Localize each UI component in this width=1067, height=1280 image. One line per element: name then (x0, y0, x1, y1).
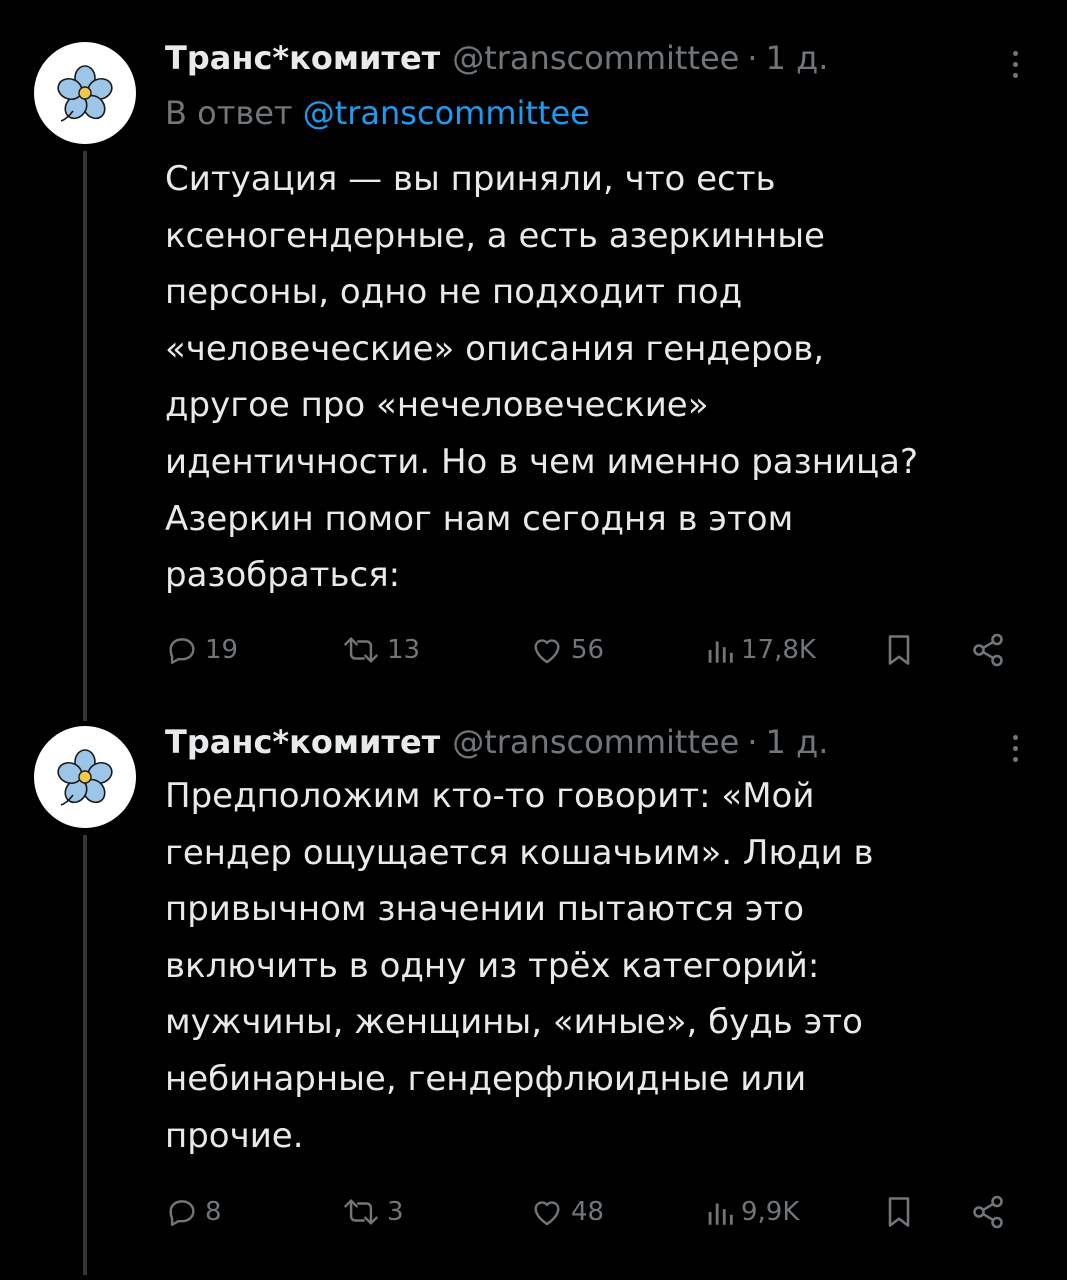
repost-button[interactable]: 3 (341, 1190, 404, 1234)
tweet-actions: 19 13 56 17,8K (165, 628, 1025, 672)
reply-mention-link[interactable]: @transcommittee (303, 94, 590, 132)
repost-button[interactable]: 13 (341, 628, 420, 672)
share-button[interactable] (970, 628, 1006, 672)
views-button[interactable]: 17,8K (705, 628, 816, 672)
heart-icon (534, 1201, 560, 1226)
timestamp[interactable]: 1 д. (766, 723, 829, 761)
views-icon (708, 641, 733, 663)
timestamp[interactable]: 1 д. (766, 39, 829, 77)
tweet-actions: 8 3 48 9,9K (165, 1190, 1025, 1234)
like-count: 48 (571, 1197, 605, 1227)
author-name[interactable]: Транс*комитет (165, 723, 440, 761)
more-icon[interactable] (1000, 726, 1030, 770)
tweet[interactable]: Транс*комитет @transcommittee · 1 д. В о… (0, 36, 1067, 721)
reply-button[interactable]: 19 (165, 628, 238, 672)
like-button[interactable]: 48 (529, 1190, 604, 1234)
bookmark-button[interactable] (883, 1190, 915, 1234)
repost-count: 3 (387, 1197, 404, 1227)
reply-button[interactable]: 8 (165, 1190, 222, 1234)
share-button[interactable] (970, 1190, 1006, 1234)
repost-icon (344, 1199, 378, 1225)
avatar[interactable] (34, 42, 136, 144)
thread-line (83, 835, 87, 1275)
bookmark-icon (888, 1197, 910, 1227)
more-icon[interactable] (1000, 42, 1030, 86)
views-count: 17,8K (741, 635, 816, 665)
tweet-header: Транс*комитет @transcommittee · 1 д. (165, 36, 828, 80)
reply-count: 19 (205, 635, 239, 665)
reply-count: 8 (205, 1197, 222, 1227)
like-button[interactable]: 56 (529, 628, 604, 672)
reply-icon (169, 638, 195, 664)
bookmark-button[interactable] (883, 628, 915, 672)
tweet-header: Транс*комитет @transcommittee · 1 д. (165, 720, 828, 764)
views-icon (708, 1203, 733, 1225)
forget-me-not-flower-icon (57, 65, 113, 122)
share-icon (973, 1195, 1003, 1229)
like-count: 56 (571, 635, 605, 665)
avatar[interactable] (34, 726, 136, 828)
author-handle[interactable]: @transcommittee (452, 723, 739, 761)
reply-context: В ответ @transcommittee (165, 94, 590, 132)
tweet[interactable]: Транс*комитет @transcommittee · 1 д. Пре… (0, 720, 1067, 1275)
author-handle[interactable]: @transcommittee (452, 39, 739, 77)
repost-icon (344, 637, 378, 663)
separator: · (747, 723, 758, 761)
bookmark-icon (888, 635, 910, 665)
author-name[interactable]: Транс*комитет (165, 39, 440, 77)
heart-icon (534, 639, 560, 664)
tweet-text: Ситуация — вы приняли, что есть ксеноген… (165, 159, 919, 596)
separator: · (747, 39, 758, 77)
share-icon (973, 633, 1003, 667)
tweet-text: Предположим кто-то говорит: «Мой гендер … (165, 776, 874, 1156)
thread-line (83, 151, 87, 721)
reply-prefix: В ответ (165, 94, 293, 132)
views-button[interactable]: 9,9K (705, 1190, 799, 1234)
reply-icon (169, 1200, 195, 1226)
views-count: 9,9K (741, 1197, 800, 1227)
repost-count: 13 (387, 635, 421, 665)
forget-me-not-flower-icon (57, 749, 113, 806)
